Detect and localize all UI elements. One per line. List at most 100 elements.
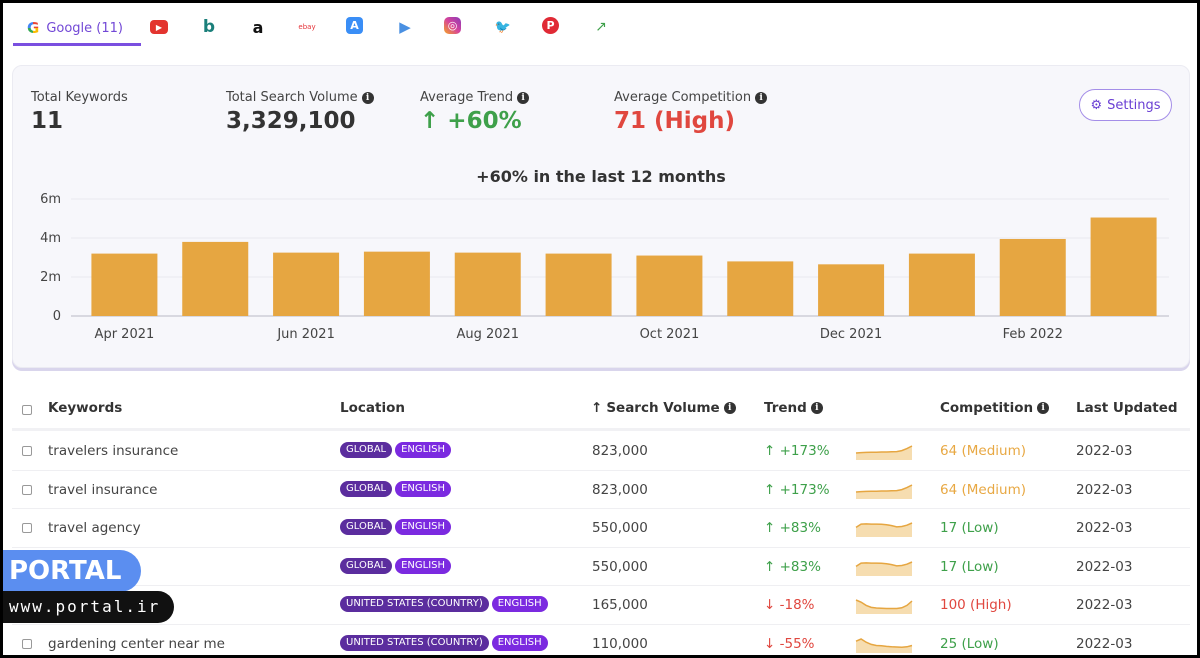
tab-google-label: Google (11) bbox=[46, 20, 123, 36]
keyword-cell[interactable]: travel agency bbox=[48, 520, 141, 536]
language-badge: ENGLISH bbox=[491, 596, 548, 613]
last-updated-cell: 2022-03 bbox=[1076, 481, 1133, 498]
trend-cell: ↓ -18% bbox=[764, 597, 815, 614]
youtube-icon[interactable]: ▶ bbox=[150, 20, 168, 34]
twitter-icon[interactable]: 🐦 bbox=[493, 17, 513, 37]
location-cell: GLOBAL ENGLISH bbox=[340, 519, 454, 536]
trends-icon[interactable]: ↗ bbox=[591, 17, 611, 37]
table-row[interactable]: travel agency GLOBAL ENGLISH 550,000 ↑ +83% 1… bbox=[12, 509, 1190, 548]
header-last-updated[interactable]: Last Updated bbox=[1076, 400, 1178, 416]
table-row[interactable]: travelers insurance GLOBAL ENGLISH 823,000 ↑… bbox=[12, 432, 1190, 471]
trend-sparkline bbox=[855, 522, 913, 538]
last-updated-cell: 2022-03 bbox=[1076, 520, 1133, 537]
keyword-cell[interactable]: travelers insurance bbox=[48, 443, 178, 459]
search-volume-cell: 550,000 bbox=[592, 520, 648, 537]
keyword-cell[interactable]: travel insurance bbox=[48, 482, 157, 498]
header-keywords[interactable]: Keywords bbox=[48, 400, 122, 416]
table-row[interactable]: edUNITED STATES (COUNTRY)ENGLISH165,000↓… bbox=[12, 586, 1190, 625]
ebay-icon[interactable]: ebay bbox=[297, 17, 317, 37]
google-icon: G bbox=[27, 19, 40, 37]
trend-cell: ↑ +173% bbox=[764, 443, 830, 459]
header-search-volume[interactable]: ↑ Search Volume i bbox=[591, 400, 736, 416]
bar-jan-2022[interactable] bbox=[908, 253, 975, 316]
location-badge: GLOBAL bbox=[340, 519, 393, 536]
competition-cell: 64 (Medium) bbox=[940, 481, 1026, 498]
competition-cell: 25 (Low) bbox=[940, 636, 999, 652]
source-tabs: G Google (11) ▶ b a ebay A ▶ ◎ 🐦 P ↗ bbox=[3, 3, 1197, 49]
table-row[interactable]: gardening center near me UNITED STATES (C… bbox=[12, 625, 1190, 655]
watermark-brand: PORTAL bbox=[3, 550, 141, 592]
bar-oct-2021[interactable] bbox=[636, 255, 703, 316]
bar-aug-2021[interactable] bbox=[454, 252, 521, 316]
sort-asc-icon: ↑ bbox=[591, 400, 603, 416]
y-tick-label: 0 bbox=[53, 309, 61, 324]
location-badge: GLOBAL bbox=[340, 442, 393, 458]
language-badge: ENGLISH bbox=[395, 480, 452, 497]
bar-mar-2022[interactable] bbox=[1090, 217, 1157, 316]
header-trend[interactable]: Trend i bbox=[764, 400, 823, 416]
app-store-icon[interactable]: A bbox=[346, 17, 363, 34]
app-frame: G Google (11) ▶ b a ebay A ▶ ◎ 🐦 P ↗ Total Keywor… bbox=[3, 3, 1197, 655]
bing-icon[interactable]: b bbox=[199, 17, 219, 37]
search-volume-cell: 165,000 bbox=[592, 597, 648, 614]
table-row[interactable]: travel insurance GLOBAL ENGLISH 823,000 ↑ +1… bbox=[12, 471, 1190, 510]
header-competition[interactable]: Competition i bbox=[940, 400, 1050, 416]
instagram-icon[interactable]: ◎ bbox=[444, 17, 461, 34]
bar-sep-2021[interactable] bbox=[545, 253, 612, 316]
bar-jun-2021[interactable] bbox=[273, 252, 340, 316]
trend-sparkline bbox=[855, 599, 913, 615]
competition-cell: 17 (Low) bbox=[940, 558, 999, 575]
location-badge: GLOBAL bbox=[340, 480, 393, 497]
bar-may-2021[interactable] bbox=[182, 241, 249, 316]
x-tick-label: Jun 2021 bbox=[276, 327, 335, 342]
search-volume-cell: 823,000 bbox=[592, 481, 648, 498]
keyword-cell[interactable]: gardening center near me bbox=[48, 636, 225, 652]
location-badge: GLOBAL bbox=[340, 557, 393, 574]
bar-jul-2021[interactable] bbox=[363, 251, 430, 316]
row-checkbox[interactable] bbox=[22, 523, 32, 534]
competition-cell: 100 (High) bbox=[940, 597, 1012, 614]
bar-dec-2021[interactable] bbox=[818, 264, 885, 316]
row-checkbox[interactable] bbox=[22, 484, 32, 495]
trend-sparkline bbox=[855, 445, 913, 460]
tab-google[interactable]: G Google (11) bbox=[13, 13, 141, 46]
y-tick-label: 4m bbox=[40, 231, 61, 246]
language-badge: ENGLISH bbox=[395, 519, 452, 536]
last-updated-cell: 2022-03 bbox=[1076, 558, 1133, 575]
location-cell: GLOBAL ENGLISH bbox=[340, 557, 454, 574]
row-checkbox[interactable] bbox=[22, 446, 32, 456]
x-tick-label: Apr 2021 bbox=[95, 327, 155, 342]
language-badge: ENGLISH bbox=[395, 442, 452, 458]
volume-bar-chart: 0 2m 4m 6m Apr 2021 Jun 2021 Aug 2021 Oct 2021 D… bbox=[40, 192, 1169, 342]
info-icon[interactable]: i bbox=[810, 402, 823, 414]
google-play-icon[interactable]: ▶ bbox=[395, 17, 415, 37]
table-row[interactable]: GLOBAL ENGLISH 550,000 ↑ +83% 17 (Low) 2022-0… bbox=[12, 548, 1190, 587]
search-volume-cell: 823,000 bbox=[592, 443, 648, 459]
trend-cell: ↑ +173% bbox=[764, 481, 830, 498]
arrow-up-icon: ↑ bbox=[764, 558, 776, 575]
x-tick-label: Aug 2021 bbox=[456, 327, 519, 342]
y-tick-label: 6m bbox=[40, 192, 61, 207]
bar-apr-2021[interactable] bbox=[91, 253, 158, 316]
location-cell: GLOBAL ENGLISH bbox=[340, 480, 454, 497]
search-volume-cell: 550,000 bbox=[592, 558, 648, 575]
row-checkbox[interactable] bbox=[22, 639, 32, 649]
bar-feb-2022[interactable] bbox=[999, 238, 1066, 316]
last-updated-cell: 2022-03 bbox=[1076, 443, 1133, 459]
arrow-up-icon: ↑ bbox=[764, 520, 776, 537]
arrow-down-icon: ↓ bbox=[764, 597, 776, 614]
trend-cell: ↑ +83% bbox=[764, 558, 821, 575]
amazon-icon[interactable]: a bbox=[248, 17, 268, 37]
language-badge: ENGLISH bbox=[491, 635, 548, 651]
info-icon[interactable]: i bbox=[1037, 402, 1050, 414]
competition-cell: 17 (Low) bbox=[940, 520, 999, 537]
x-tick-label: Dec 2021 bbox=[820, 327, 882, 342]
trend-cell: ↓ -55% bbox=[764, 636, 815, 652]
location-badge: UNITED STATES (COUNTRY) bbox=[340, 596, 489, 613]
header-location[interactable]: Location bbox=[340, 400, 405, 416]
info-icon[interactable]: i bbox=[723, 402, 736, 414]
select-all-checkbox[interactable] bbox=[22, 405, 32, 415]
pinterest-icon[interactable]: P bbox=[542, 17, 559, 34]
search-volume-cell: 110,000 bbox=[592, 636, 648, 652]
bar-nov-2021[interactable] bbox=[727, 261, 794, 316]
